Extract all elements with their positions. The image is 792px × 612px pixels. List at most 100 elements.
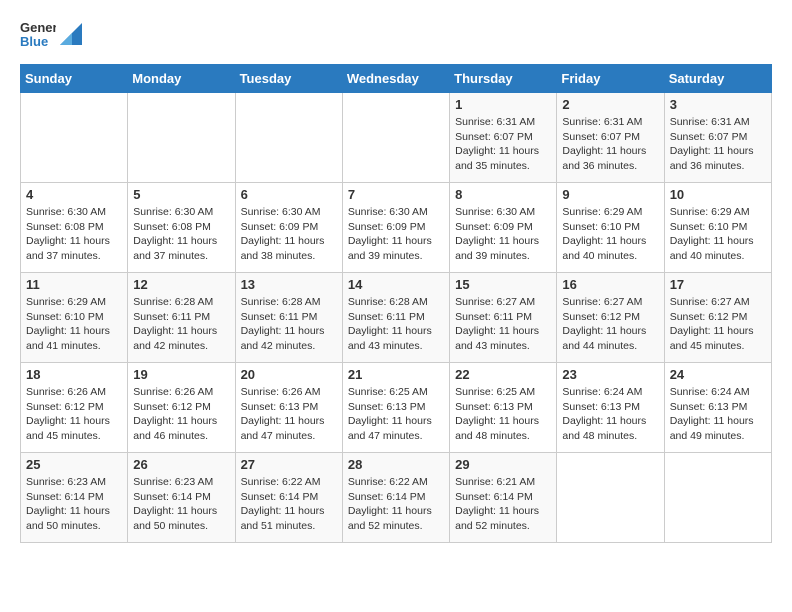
day-info: Sunrise: 6:29 AM Sunset: 6:10 PM Dayligh… [26, 295, 122, 354]
day-info: Sunrise: 6:22 AM Sunset: 6:14 PM Dayligh… [348, 475, 444, 534]
day-info: Sunrise: 6:24 AM Sunset: 6:13 PM Dayligh… [562, 385, 658, 444]
day-cell [557, 453, 664, 543]
day-cell: 10Sunrise: 6:29 AM Sunset: 6:10 PM Dayli… [664, 183, 771, 273]
day-number: 11 [26, 277, 122, 292]
calendar-header-row: SundayMondayTuesdayWednesdayThursdayFrid… [21, 65, 772, 93]
day-cell: 27 Sunrise: 6:22 AM Sunset: 6:14 PM Dayli… [235, 453, 342, 543]
day-info: Sunrise: 6:31 AM Sunset: 6:07 PM Dayligh… [455, 115, 551, 174]
day-number: 22 [455, 367, 551, 382]
day-number: 3 [670, 97, 766, 112]
day-number: 28 [348, 457, 444, 472]
day-info: Sunrise: 6:25 AM Sunset: 6:13 PM Dayligh… [455, 385, 551, 444]
day-number: 27 [241, 457, 337, 472]
day-cell: 14 Sunrise: 6:28 AM Sunset: 6:11 PM Dayli… [342, 273, 449, 363]
week-row-1: 1 Sunrise: 6:31 AM Sunset: 6:07 PM Daylig… [21, 93, 772, 183]
day-cell: 1 Sunrise: 6:31 AM Sunset: 6:07 PM Daylig… [450, 93, 557, 183]
day-cell: 19 Sunrise: 6:26 AM Sunset: 6:12 PM Dayli… [128, 363, 235, 453]
day-info: Sunrise: 6:31 AM Sunset: 6:07 PM Dayligh… [670, 115, 766, 174]
day-info: Sunrise: 6:23 AM Sunset: 6:14 PM Dayligh… [133, 475, 229, 534]
day-number: 7 [348, 187, 444, 202]
day-cell [235, 93, 342, 183]
day-info: Sunrise: 6:30 AM Sunset: 6:08 PM Dayligh… [26, 205, 122, 264]
header-monday: Monday [128, 65, 235, 93]
header-sunday: Sunday [21, 65, 128, 93]
day-cell: 4 Sunrise: 6:30 AM Sunset: 6:08 PM Daylig… [21, 183, 128, 273]
day-cell: 13 Sunrise: 6:28 AM Sunset: 6:11 PM Dayli… [235, 273, 342, 363]
day-number: 20 [241, 367, 337, 382]
day-cell: 3 Sunrise: 6:31 AM Sunset: 6:07 PM Daylig… [664, 93, 771, 183]
day-cell [21, 93, 128, 183]
logo-bird-icon: General Blue [20, 16, 56, 52]
header-tuesday: Tuesday [235, 65, 342, 93]
day-number: 13 [241, 277, 337, 292]
day-cell: 17 Sunrise: 6:27 AM Sunset: 6:12 PM Dayli… [664, 273, 771, 363]
day-info: Sunrise: 6:25 AM Sunset: 6:13 PM Dayligh… [348, 385, 444, 444]
svg-text:Blue: Blue [20, 34, 48, 49]
day-number: 14 [348, 277, 444, 292]
day-number: 15 [455, 277, 551, 292]
day-cell: 26Sunrise: 6:23 AM Sunset: 6:14 PM Dayli… [128, 453, 235, 543]
day-info: Sunrise: 6:29 AM Sunset: 6:10 PM Dayligh… [670, 205, 766, 264]
day-info: Sunrise: 6:26 AM Sunset: 6:12 PM Dayligh… [26, 385, 122, 444]
day-info: Sunrise: 6:26 AM Sunset: 6:12 PM Dayligh… [133, 385, 229, 444]
day-cell: 20 Sunrise: 6:26 AM Sunset: 6:13 PM Dayli… [235, 363, 342, 453]
logo-arrow-icon [60, 23, 82, 45]
day-info: Sunrise: 6:27 AM Sunset: 6:12 PM Dayligh… [562, 295, 658, 354]
day-cell: 24Sunrise: 6:24 AM Sunset: 6:13 PM Dayli… [664, 363, 771, 453]
day-number: 21 [348, 367, 444, 382]
day-number: 19 [133, 367, 229, 382]
day-number: 17 [670, 277, 766, 292]
day-info: Sunrise: 6:30 AM Sunset: 6:09 PM Dayligh… [455, 205, 551, 264]
day-info: Sunrise: 6:27 AM Sunset: 6:12 PM Dayligh… [670, 295, 766, 354]
day-info: Sunrise: 6:29 AM Sunset: 6:10 PM Dayligh… [562, 205, 658, 264]
day-number: 23 [562, 367, 658, 382]
logo: General Blue [20, 16, 82, 52]
header-wednesday: Wednesday [342, 65, 449, 93]
week-row-4: 18 Sunrise: 6:26 AM Sunset: 6:12 PM Dayli… [21, 363, 772, 453]
week-row-3: 11 Sunrise: 6:29 AM Sunset: 6:10 PM Dayli… [21, 273, 772, 363]
day-cell: 16 Sunrise: 6:27 AM Sunset: 6:12 PM Dayli… [557, 273, 664, 363]
day-number: 1 [455, 97, 551, 112]
day-info: Sunrise: 6:30 AM Sunset: 6:09 PM Dayligh… [348, 205, 444, 264]
day-number: 18 [26, 367, 122, 382]
svg-text:General: General [20, 20, 56, 35]
day-info: Sunrise: 6:22 AM Sunset: 6:14 PM Dayligh… [241, 475, 337, 534]
day-cell [342, 93, 449, 183]
day-cell: 23 Sunrise: 6:24 AM Sunset: 6:13 PM Dayli… [557, 363, 664, 453]
header-thursday: Thursday [450, 65, 557, 93]
week-row-2: 4 Sunrise: 6:30 AM Sunset: 6:08 PM Daylig… [21, 183, 772, 273]
calendar-table: SundayMondayTuesdayWednesdayThursdayFrid… [20, 64, 772, 543]
day-cell [128, 93, 235, 183]
day-cell: 2 Sunrise: 6:31 AM Sunset: 6:07 PM Daylig… [557, 93, 664, 183]
day-number: 2 [562, 97, 658, 112]
day-cell: 28 Sunrise: 6:22 AM Sunset: 6:14 PM Dayli… [342, 453, 449, 543]
day-info: Sunrise: 6:21 AM Sunset: 6:14 PM Dayligh… [455, 475, 551, 534]
day-cell: 22 Sunrise: 6:25 AM Sunset: 6:13 PM Dayli… [450, 363, 557, 453]
day-info: Sunrise: 6:26 AM Sunset: 6:13 PM Dayligh… [241, 385, 337, 444]
day-cell [664, 453, 771, 543]
day-number: 12 [133, 277, 229, 292]
day-info: Sunrise: 6:30 AM Sunset: 6:09 PM Dayligh… [241, 205, 337, 264]
day-number: 5 [133, 187, 229, 202]
day-info: Sunrise: 6:30 AM Sunset: 6:08 PM Dayligh… [133, 205, 229, 264]
header-friday: Friday [557, 65, 664, 93]
day-info: Sunrise: 6:28 AM Sunset: 6:11 PM Dayligh… [348, 295, 444, 354]
week-row-5: 25 Sunrise: 6:23 AM Sunset: 6:14 PM Dayli… [21, 453, 772, 543]
day-info: Sunrise: 6:31 AM Sunset: 6:07 PM Dayligh… [562, 115, 658, 174]
day-info: Sunrise: 6:24 AM Sunset: 6:13 PM Dayligh… [670, 385, 766, 444]
day-cell: 7 Sunrise: 6:30 AM Sunset: 6:09 PM Daylig… [342, 183, 449, 273]
day-number: 16 [562, 277, 658, 292]
day-info: Sunrise: 6:28 AM Sunset: 6:11 PM Dayligh… [241, 295, 337, 354]
day-cell: 29 Sunrise: 6:21 AM Sunset: 6:14 PM Dayli… [450, 453, 557, 543]
day-info: Sunrise: 6:23 AM Sunset: 6:14 PM Dayligh… [26, 475, 122, 534]
day-number: 25 [26, 457, 122, 472]
header: General Blue [20, 16, 772, 52]
day-cell: 9Sunrise: 6:29 AM Sunset: 6:10 PM Daylig… [557, 183, 664, 273]
day-cell: 8Sunrise: 6:30 AM Sunset: 6:09 PM Daylig… [450, 183, 557, 273]
day-cell: 11 Sunrise: 6:29 AM Sunset: 6:10 PM Dayli… [21, 273, 128, 363]
day-cell: 25 Sunrise: 6:23 AM Sunset: 6:14 PM Dayli… [21, 453, 128, 543]
day-cell: 12Sunrise: 6:28 AM Sunset: 6:11 PM Dayli… [128, 273, 235, 363]
day-number: 4 [26, 187, 122, 202]
day-number: 29 [455, 457, 551, 472]
day-number: 6 [241, 187, 337, 202]
